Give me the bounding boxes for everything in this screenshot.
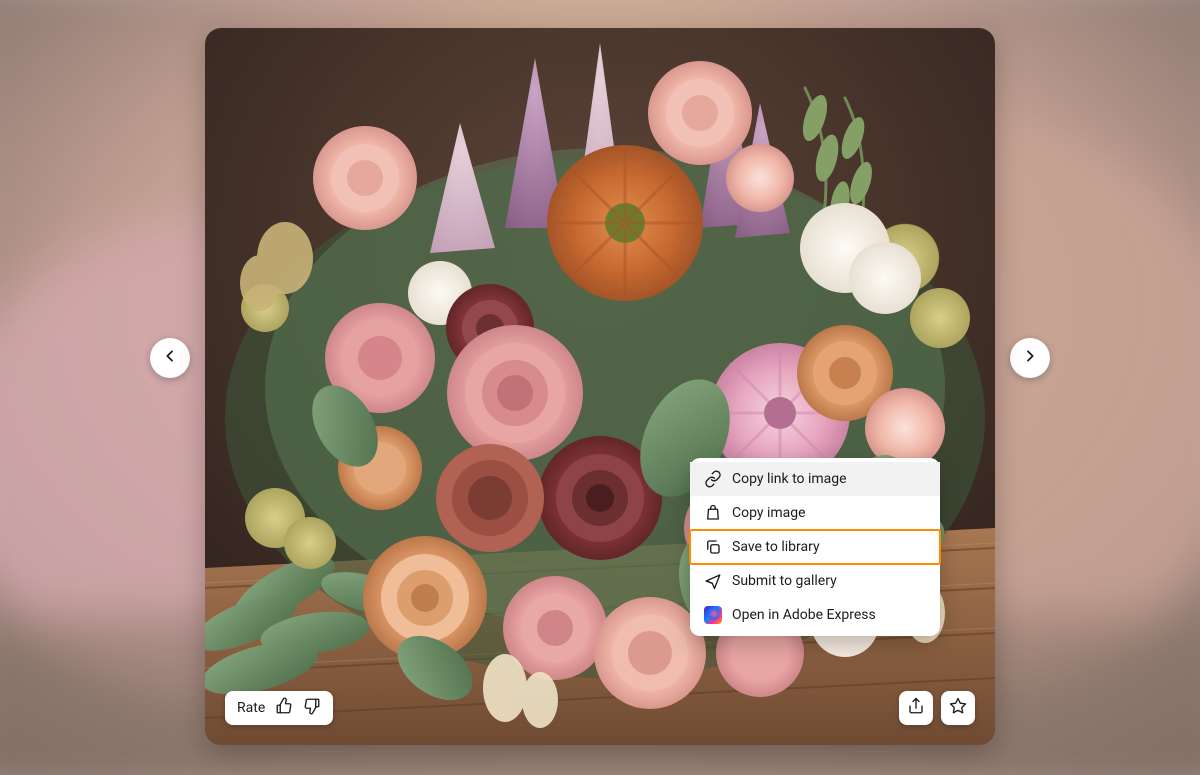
share-icon: [907, 697, 925, 719]
prev-image-button[interactable]: [150, 338, 190, 378]
bag-icon: [704, 504, 722, 522]
link-icon: [704, 470, 722, 488]
thumbs-up-button[interactable]: [273, 697, 295, 719]
firefly-image-viewer: Rate: [0, 0, 1200, 775]
menu-item-copy-image[interactable]: Copy image: [690, 496, 940, 530]
rate-control: Rate: [225, 691, 333, 725]
adobe-express-icon: [704, 606, 722, 624]
menu-item-submit-to-gallery[interactable]: Submit to gallery: [690, 564, 940, 598]
generated-image[interactable]: [205, 28, 995, 745]
chevron-right-icon: [1022, 348, 1038, 368]
next-image-button[interactable]: [1010, 338, 1050, 378]
menu-item-label: Save to library: [732, 539, 820, 555]
rate-label: Rate: [237, 700, 265, 716]
menu-item-save-to-library[interactable]: Save to library: [690, 530, 940, 564]
thumbs-up-icon: [275, 697, 293, 719]
menu-item-label: Submit to gallery: [732, 573, 837, 589]
thumbs-down-button[interactable]: [301, 697, 323, 719]
menu-item-label: Copy link to image: [732, 471, 847, 487]
send-icon: [704, 572, 722, 590]
content-area: Rate: [30, 28, 1170, 747]
share-button[interactable]: [899, 691, 933, 725]
image-action-buttons: [899, 691, 975, 725]
star-icon: [949, 697, 967, 719]
favorite-button[interactable]: [941, 691, 975, 725]
menu-item-label: Copy image: [732, 505, 806, 521]
copy-icon: [704, 538, 722, 556]
thumbs-down-icon: [303, 697, 321, 719]
menu-item-label: Open in Adobe Express: [732, 607, 876, 623]
menu-item-copy-link[interactable]: Copy link to image: [690, 462, 940, 496]
menu-item-open-in-express[interactable]: Open in Adobe Express: [690, 598, 940, 632]
chevron-left-icon: [162, 348, 178, 368]
image-context-menu: Copy link to image Copy image Save to li…: [690, 458, 940, 636]
